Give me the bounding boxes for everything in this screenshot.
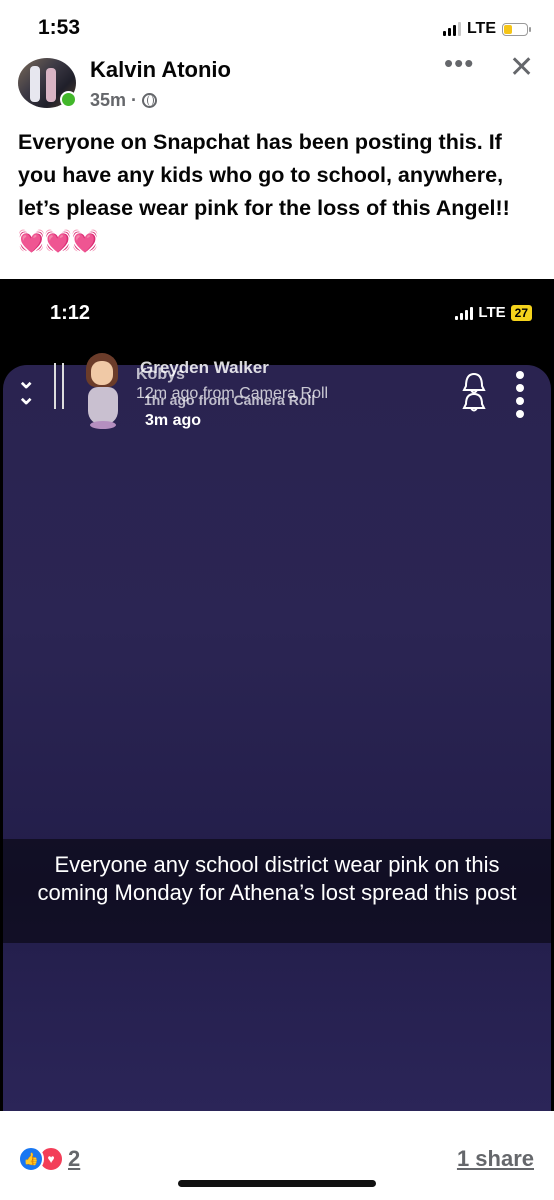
home-indicator[interactable]: [178, 1180, 376, 1187]
signal-icon: [442, 22, 461, 36]
snap-status-time: 1:12: [50, 302, 91, 324]
snap-caption: Everyone any school district wear pink o…: [37, 852, 517, 905]
post-text: Everyone on Snapchat has been posting th…: [18, 130, 510, 253]
meta-separator: ·: [131, 90, 138, 110]
battery-icon: [502, 22, 531, 36]
snap-status-indicators: LTE 27: [455, 304, 532, 321]
globe-icon: [142, 93, 158, 108]
bell-icon: [462, 372, 486, 412]
reaction-count[interactable]: 2: [68, 1146, 80, 1172]
network-label: LTE: [466, 20, 496, 37]
post-time: 35m: [90, 90, 127, 110]
online-status-dot: [60, 91, 77, 108]
snap-time-ago: 3m ago: [145, 412, 202, 429]
snap-signal-icon: [455, 306, 474, 320]
progress-line: [54, 363, 56, 409]
share-count[interactable]: 1 share: [457, 1146, 534, 1172]
snap-network-label: LTE: [478, 304, 506, 321]
snap-story-background: [3, 365, 551, 1111]
status-time: 1:53: [38, 16, 81, 39]
bitmoji-avatar: [82, 353, 124, 431]
snap-username-overlap-b: Kobys: [136, 366, 185, 383]
shared-image[interactable]: 1:12 LTE 27 ⌄ ⌄ Greyden Walker Kobys 12m …: [0, 279, 554, 1111]
snap-battery-badge: 27: [510, 304, 532, 321]
snap-subtitle-overlap-b: 1hr ago from Camera Roll: [144, 392, 316, 408]
like-icon: 👍: [18, 1146, 44, 1172]
close-button[interactable]: ✕: [509, 50, 534, 85]
more-options-button[interactable]: •••: [444, 48, 474, 79]
reactions[interactable]: 👍 ♥: [18, 1146, 64, 1172]
author-name[interactable]: Kalvin Atonio: [90, 57, 231, 83]
chevron-down-icon: ⌄ ⌄: [17, 368, 36, 409]
post-meta: 35m ·: [90, 90, 158, 111]
snap-more-icon: [516, 371, 524, 423]
progress-line: [62, 363, 64, 409]
status-indicators: LTE: [442, 20, 531, 38]
